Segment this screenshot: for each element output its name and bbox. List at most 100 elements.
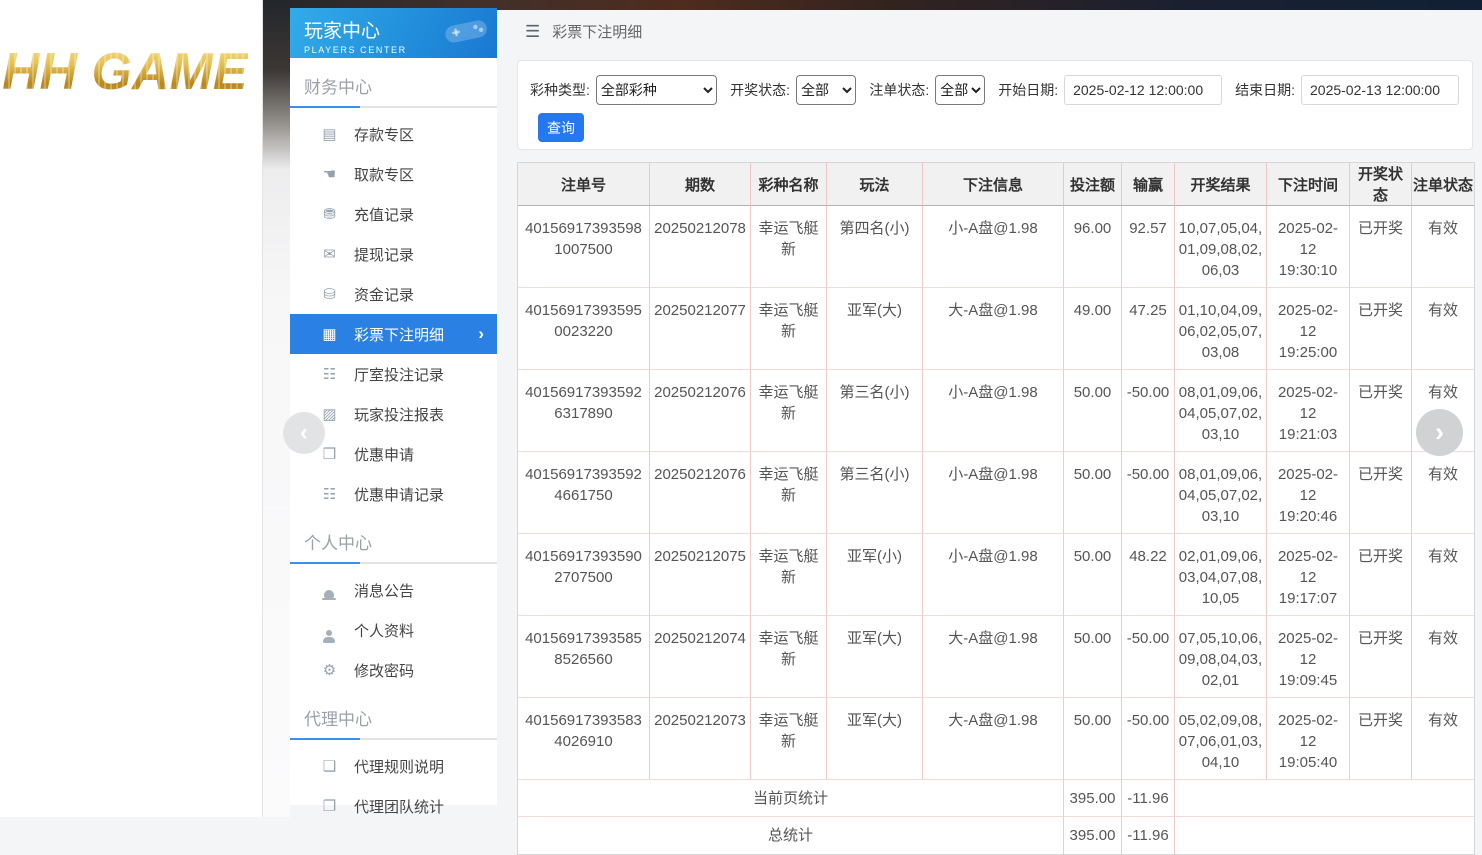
cell-lottery-name: 幸运飞艇新 — [751, 616, 827, 698]
sidebar-item[interactable]: ❐代理团队统计 — [290, 786, 497, 826]
cell-lottery-name: 幸运飞艇新 — [751, 534, 827, 616]
section-title: 个人中心 — [290, 514, 497, 562]
filter-row: 彩种类型: 全部彩种 开奖状态: 全部 注单状态: 全部 开始日期: 结束日期: — [518, 61, 1472, 105]
summary-label: 当前页统计 — [518, 780, 1064, 817]
cell-period: 20250212078 — [650, 206, 751, 288]
end-date-label: 结束日期: — [1235, 80, 1295, 100]
sidebar-item[interactable]: ▦彩票下注明细› — [290, 314, 497, 354]
cell-draw-status: 已开奖 — [1350, 698, 1412, 780]
filter-panel: 彩种类型: 全部彩种 开奖状态: 全部 注单状态: 全部 开始日期: 结束日期:… — [517, 60, 1473, 150]
cell-play-type: 第四名(小) — [827, 206, 923, 288]
col-lottery-name: 彩种名称 — [751, 163, 827, 206]
cell-bet-info: 大-A盘@1.98 — [923, 698, 1064, 780]
table-row: 40156917393598100750020250212078幸运飞艇新第四名… — [518, 206, 1474, 288]
col-order-status: 注单状态 — [1412, 163, 1474, 206]
sidebar-item[interactable]: ☷ 厅室投注记录 — [290, 354, 497, 394]
cell-period: 20250212075 — [650, 534, 751, 616]
sidebar-collapse-button[interactable]: ‹ — [283, 412, 325, 454]
order-status-select[interactable]: 全部 — [935, 75, 985, 105]
sidebar-item[interactable]: ⛃充值记录 — [290, 194, 497, 234]
cell-order-id: 401569173935834026910 — [518, 698, 650, 780]
summary-row: 当前页统计395.00-11.96 — [518, 780, 1474, 817]
cell-bet-info: 小-A盘@1.98 — [923, 206, 1064, 288]
lottery-type-select[interactable]: 全部彩种 — [596, 75, 717, 105]
sidebar-item[interactable]: ☷优惠申请记录 — [290, 474, 497, 514]
table-row: 40156917393592466175020250212076幸运飞艇新第三名… — [518, 452, 1474, 534]
table-header-row: 注单号期数彩种名称玩法下注信息投注额输赢开奖结果下注时间开奖状态注单状态 — [518, 163, 1474, 206]
brand-logo: HH GAME — [2, 42, 248, 102]
summary-win-loss: -11.96 — [1122, 780, 1175, 817]
cell-lottery-name: 幸运飞艇新 — [751, 288, 827, 370]
cell-draw-status: 已开奖 — [1350, 288, 1412, 370]
sidebar-expand-button[interactable]: › — [1416, 409, 1463, 456]
chevron-left-icon: ‹ — [300, 419, 308, 447]
cell-play-type: 亚军(大) — [827, 616, 923, 698]
cell-bet-amount: 50.00 — [1064, 534, 1122, 616]
sidebar-item[interactable]: 消息公告 — [290, 570, 497, 610]
lottery-bet-detail-icon: ▦ — [321, 327, 338, 342]
col-bet-amount: 投注额 — [1064, 163, 1122, 206]
summary-label: 总统计 — [518, 817, 1064, 854]
cell-bet-time: 2025-02-12 19:30:10 — [1267, 206, 1350, 288]
cell-draw-status: 已开奖 — [1350, 616, 1412, 698]
section-underline — [290, 562, 497, 564]
col-draw-result: 开奖结果 — [1175, 163, 1267, 206]
cell-play-type: 亚军(大) — [827, 288, 923, 370]
sidebar-item-label: 代理团队统计 — [354, 796, 444, 817]
draw-status-select[interactable]: 全部 — [796, 75, 856, 105]
search-button[interactable]: 查询 — [538, 113, 584, 142]
cell-order-status: 有效 — [1412, 206, 1474, 288]
sidebar-item-label: 代理规则说明 — [354, 756, 444, 777]
sidebar-item-label: 厅室投注记录 — [354, 364, 444, 385]
start-date-input[interactable] — [1064, 75, 1222, 105]
table-row: 40156917393595002322020250212077幸运飞艇新亚军(… — [518, 288, 1474, 370]
content-topbar: ☰ 彩票下注明细 — [525, 21, 642, 42]
cell-order-status: 有效 — [1412, 452, 1474, 534]
cell-play-type: 第三名(小) — [827, 452, 923, 534]
sidebar-item-label: 修改密码 — [354, 660, 414, 681]
cell-bet-time: 2025-02-12 19:17:07 — [1267, 534, 1350, 616]
cell-draw-result: 07,05,10,06,09,08,04,03,02,01 — [1175, 616, 1267, 698]
cell-bet-amount: 50.00 — [1064, 616, 1122, 698]
hall-bet-record-icon: ☷ — [321, 367, 338, 382]
hamburger-icon[interactable]: ☰ — [525, 22, 540, 42]
cell-period: 20250212074 — [650, 616, 751, 698]
cell-bet-time: 2025-02-12 19:21:03 — [1267, 370, 1350, 452]
cell-bet-amount: 50.00 — [1064, 452, 1122, 534]
background-gutter — [263, 0, 290, 817]
cell-bet-time: 2025-02-12 19:20:46 — [1267, 452, 1350, 534]
sidebar-item-label: 优惠申请记录 — [354, 484, 444, 505]
cell-draw-status: 已开奖 — [1350, 206, 1412, 288]
summary-row: 总统计395.00-11.96 — [518, 817, 1474, 854]
cell-period: 20250212073 — [650, 698, 751, 780]
cell-bet-info: 小-A盘@1.98 — [923, 370, 1064, 452]
sidebar-item[interactable]: ❏代理规则说明 — [290, 746, 497, 786]
sidebar-item[interactable]: ⛁资金记录 — [290, 274, 497, 314]
cell-order-status: 有效 — [1412, 616, 1474, 698]
cell-order-id: 401569173935950023220 — [518, 288, 650, 370]
cell-bet-amount: 50.00 — [1064, 698, 1122, 780]
cell-draw-status: 已开奖 — [1350, 370, 1412, 452]
cell-lottery-name: 幸运飞艇新 — [751, 206, 827, 288]
cell-order-id: 401569173935926317890 — [518, 370, 650, 452]
cell-order-status: 有效 — [1412, 698, 1474, 780]
cell-play-type: 亚军(大) — [827, 698, 923, 780]
sidebar-subtitle: PLAYERS CENTER — [304, 45, 497, 55]
sidebar-item[interactable]: ☚取款专区 — [290, 154, 497, 194]
cell-bet-info: 小-A盘@1.98 — [923, 534, 1064, 616]
cell-period: 20250212076 — [650, 370, 751, 452]
cell-bet-info: 大-A盘@1.98 — [923, 616, 1064, 698]
end-date-input[interactable] — [1301, 75, 1459, 105]
player-bet-report-icon: ▨ — [321, 407, 338, 422]
sidebar-item[interactable]: ✉提现记录 — [290, 234, 497, 274]
sidebar-item[interactable]: ▤存款专区 — [290, 114, 497, 154]
sidebar-item-label: 取款专区 — [354, 164, 414, 185]
section-underline — [290, 106, 497, 108]
col-play-type: 玩法 — [827, 163, 923, 206]
sidebar-item[interactable]: ⚙修改密码 — [290, 650, 497, 690]
cell-period: 20250212077 — [650, 288, 751, 370]
cell-bet-time: 2025-02-12 19:05:40 — [1267, 698, 1350, 780]
chevron-right-icon: › — [1435, 417, 1444, 448]
cell-lottery-name: 幸运飞艇新 — [751, 698, 827, 780]
sidebar-item[interactable]: 个人资料 — [290, 610, 497, 650]
